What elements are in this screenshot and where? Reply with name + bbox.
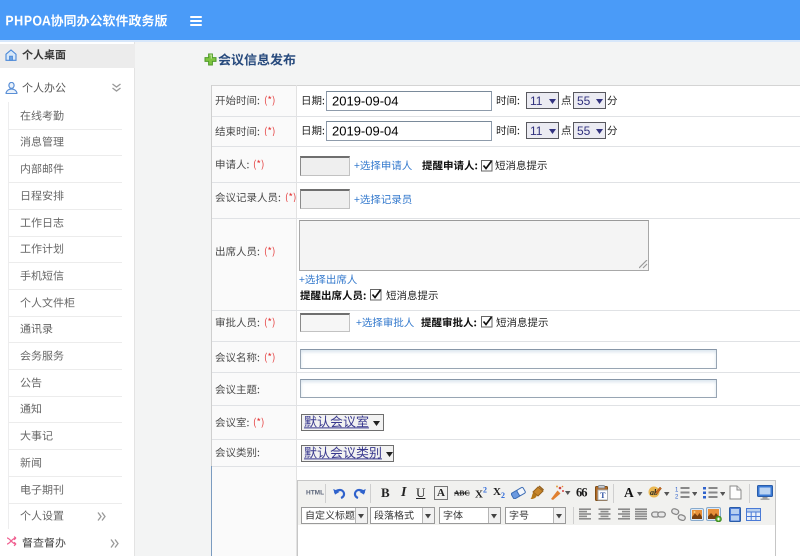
- svg-text:2: 2: [675, 495, 679, 500]
- svg-text:T: T: [600, 491, 606, 500]
- svg-text:1: 1: [675, 488, 679, 494]
